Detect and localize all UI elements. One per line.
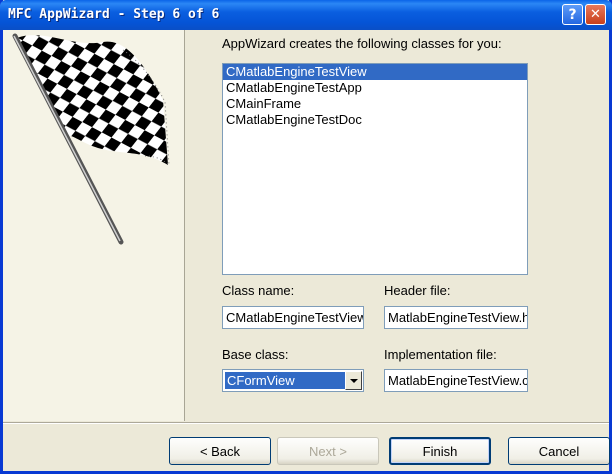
wizard-image-panel	[3, 30, 185, 421]
chevron-down-icon[interactable]	[345, 371, 362, 390]
finish-button[interactable]: Finish	[389, 437, 491, 465]
checkered-flag-icon	[12, 33, 170, 245]
window-title: MFC AppWizard - Step 6 of 6	[8, 7, 220, 22]
title-bar[interactable]: MFC AppWizard - Step 6 of 6 ? ✕	[0, 0, 612, 30]
header-file-field[interactable]: MatlabEngineTestView.h	[384, 306, 528, 329]
base-class-label: Base class:	[222, 347, 289, 362]
list-item[interactable]: CMatlabEngineTestApp	[223, 80, 527, 96]
wizard-window: MFC AppWizard - Step 6 of 6 ? ✕ AppWizar…	[0, 0, 612, 474]
help-button[interactable]: ?	[562, 4, 583, 25]
help-icon: ?	[568, 6, 577, 23]
base-class-value: CFormView	[225, 372, 345, 389]
class-name-field[interactable]: CMatlabEngineTestView	[222, 306, 364, 329]
class-listbox[interactable]: CMatlabEngineTestView CMatlabEngineTestAp…	[222, 63, 528, 275]
cancel-button[interactable]: Cancel	[508, 437, 610, 465]
list-item[interactable]: CMatlabEngineTestView	[223, 64, 527, 80]
list-item[interactable]: CMainFrame	[223, 96, 527, 112]
base-class-dropdown[interactable]: CFormView	[222, 369, 364, 392]
implementation-file-field[interactable]: MatlabEngineTestView.cpp	[384, 369, 528, 392]
implementation-file-label: Implementation file:	[384, 347, 497, 362]
class-name-label: Class name:	[222, 283, 295, 298]
next-button[interactable]: Next >	[277, 437, 379, 465]
header-file-label: Header file:	[384, 283, 451, 298]
intro-text: AppWizard creates the following classes …	[222, 36, 502, 51]
footer-separator	[3, 422, 609, 424]
close-button[interactable]: ✕	[585, 4, 606, 25]
list-item[interactable]: CMatlabEngineTestDoc	[223, 112, 527, 128]
back-button[interactable]: < Back	[169, 437, 271, 465]
close-icon: ✕	[590, 7, 601, 22]
